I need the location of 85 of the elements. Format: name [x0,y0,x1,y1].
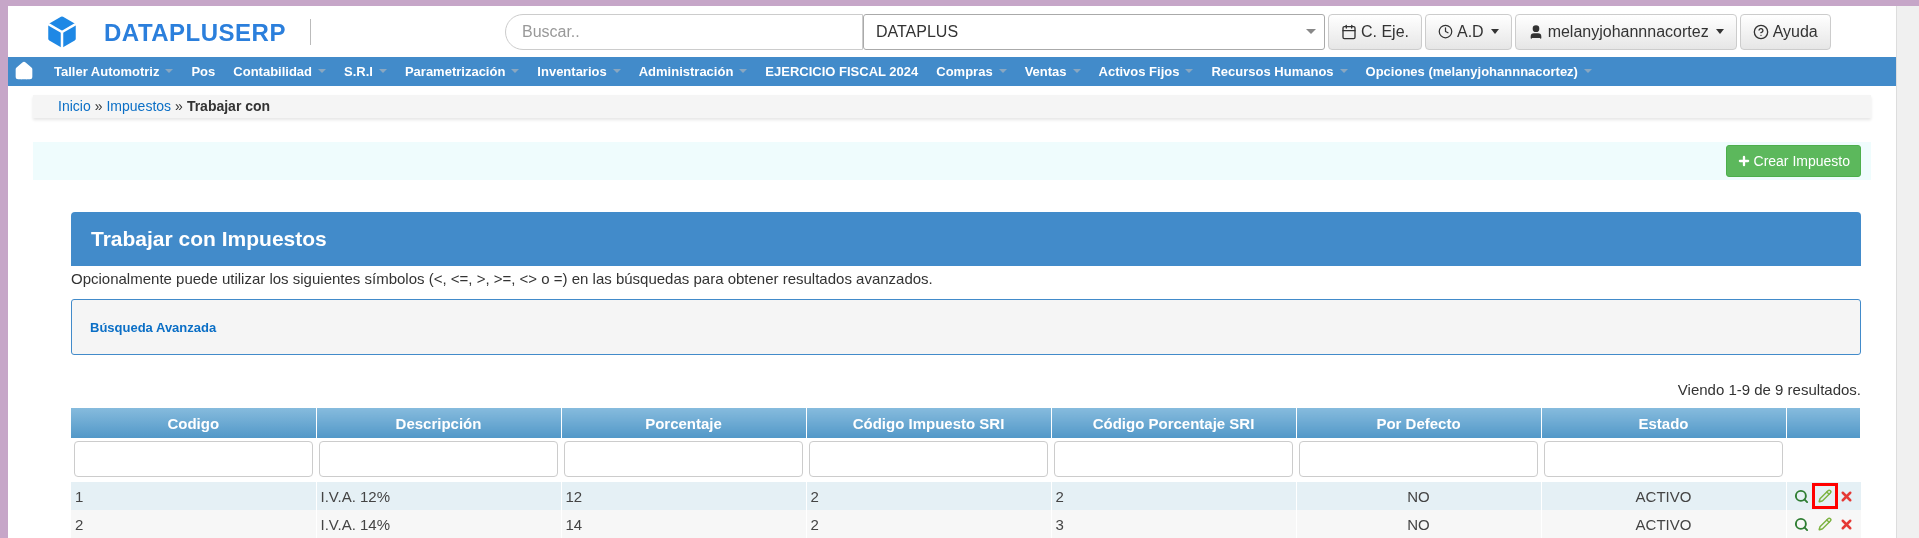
caret-icon [1490,29,1499,34]
column-header[interactable]: Descripción [316,408,561,438]
company-select[interactable]: DATAPLUS [862,13,1325,50]
help-icon [1752,23,1769,40]
menu-item[interactable]: Compras [926,57,1015,86]
advanced-search-link[interactable]: Búsqueda Avanzada [90,319,217,335]
view-button[interactable] [1792,515,1811,534]
table-cell: 2 [71,510,316,538]
menu-item[interactable]: S.R.I [334,57,395,86]
caret-icon [511,69,520,74]
caret-icon [165,69,174,74]
results-summary: Viendo 1-9 de 9 resultados. [1676,381,1861,398]
calendar-icon [1340,23,1357,40]
home-icon[interactable] [14,61,34,82]
breadcrumb-link[interactable]: Inicio [58,98,91,115]
table-cell: NO [1296,482,1541,510]
clock-icon [1437,24,1453,39]
filter-field[interactable] [809,441,1048,477]
menu-item[interactable]: Opciones (melanyjohannnacortez) [1355,57,1600,86]
table-cell: 2 [806,510,1051,538]
scrollbar[interactable] [1896,6,1919,538]
view-button[interactable] [1792,487,1811,506]
menu-item[interactable]: Administración [628,57,756,86]
menu-item[interactable]: Recursos Humanos [1201,57,1356,86]
table-cell: 1 [71,482,316,510]
breadcrumb-current: Trabajar con [186,98,271,115]
column-header[interactable]: Codigo [71,408,316,438]
column-header[interactable]: Porcentaje [561,408,806,438]
breadcrumb-link[interactable]: Impuestos [106,98,172,115]
table-cell: 2 [806,482,1051,510]
header-button[interactable]: C. Eje. [1327,13,1422,50]
table-cell: I.V.A. 12% [316,482,561,510]
close-icon [1839,488,1854,504]
header-button[interactable]: A.D [1424,13,1512,50]
close-icon [1839,516,1854,532]
filter-field[interactable] [1544,441,1783,477]
column-header[interactable]: Código Impuesto SRI [806,408,1051,438]
filter-field[interactable] [1299,441,1538,477]
column-header[interactable]: Código Porcentaje SRI [1051,408,1296,438]
menu-item[interactable]: Pos [181,57,224,86]
search-field[interactable]: Buscar.. [504,13,863,50]
menu-item[interactable]: Ventas [1014,57,1089,86]
breadcrumb-separator: » [94,98,103,115]
breadcrumb-separator: » [175,98,183,115]
table-cell: 2 [1051,482,1296,510]
table-cell: 14 [561,510,806,538]
search-icon [1794,488,1809,504]
table-cell: 12 [561,482,806,510]
search-icon [1794,516,1809,532]
create-button[interactable]: Crear Impuesto [1725,144,1861,177]
menu-item[interactable]: Parametrización [394,57,528,86]
caret-icon [318,69,326,74]
panel-title: Trabajar con Impuestos [71,212,1861,266]
table-cell: ACTIVO [1541,482,1786,510]
filter-field[interactable] [1054,441,1293,477]
header-button[interactable]: Ayuda [1739,13,1831,50]
table-cell: 3 [1051,510,1296,538]
caret-icon [1185,69,1194,74]
filter-field[interactable] [319,441,558,477]
table-cell: NO [1296,510,1541,538]
filter-field[interactable] [74,441,313,477]
caret-icon [1072,69,1081,74]
header-button[interactable]: melanyjohannnacortez [1514,13,1737,50]
pencil-icon [1817,517,1832,532]
table-cell: ACTIVO [1541,510,1786,538]
edit-button[interactable] [1811,483,1838,510]
menu-item[interactable]: Inventarios [527,57,629,86]
caret-icon [1715,29,1724,34]
hint-text: Opcionalmente puede utilizar los siguientes símbolos (<, <=, >, >=, <> o =) en las búsquedas para obtener resultados avanzados. [71,270,934,287]
menu-item[interactable]: Activos Fijos [1088,57,1202,86]
pencil-icon [1817,489,1832,504]
plus-icon [1736,153,1751,168]
filter-field[interactable] [564,441,803,477]
table-cell: I.V.A. 14% [316,510,561,538]
caret-icon [739,69,748,74]
column-header[interactable]: Estado [1541,408,1786,438]
caret-icon [378,69,387,74]
caret-icon [998,69,1007,74]
caret-icon [1583,69,1592,74]
menu-item[interactable]: Contabilidad [223,57,334,86]
caret-icon [1339,69,1348,74]
menu-item[interactable]: EJERCICIO FISCAL 2024 [755,57,927,86]
caret-icon [612,69,621,74]
column-header[interactable]: Por Defecto [1296,408,1541,438]
menu-item[interactable]: Taller Automotriz [44,57,182,86]
